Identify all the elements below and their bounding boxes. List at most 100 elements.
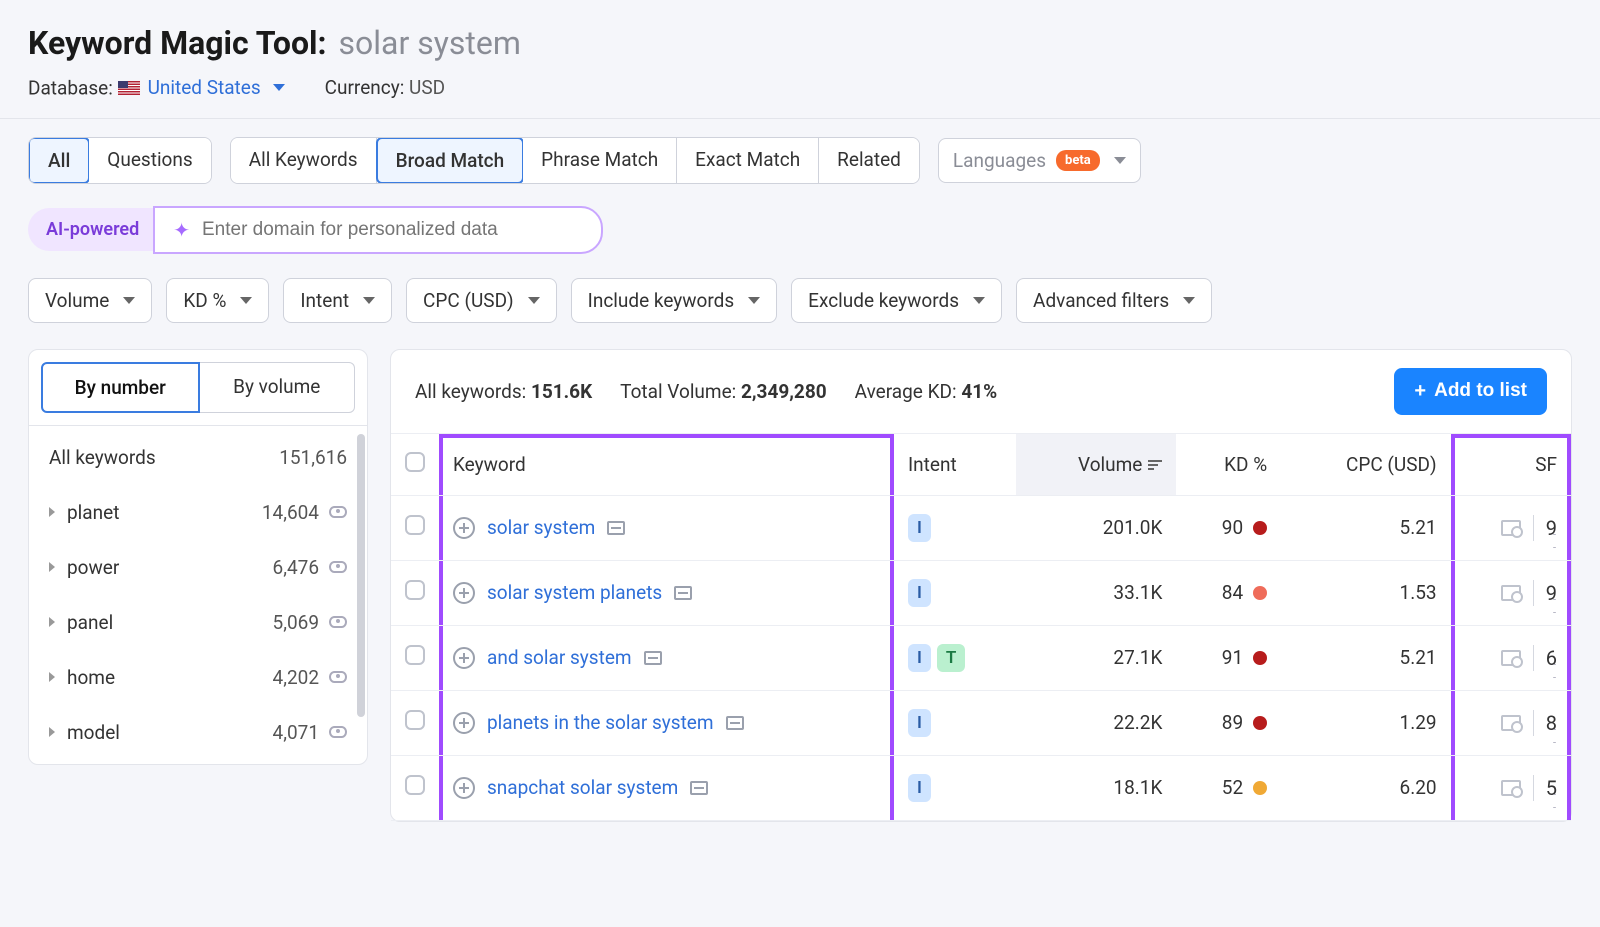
col-sf[interactable]: SF <box>1451 434 1571 496</box>
database-selector[interactable]: United States <box>118 76 285 99</box>
chevron-right-icon <box>49 727 55 737</box>
sidebar-item[interactable]: panel 5,069 <box>29 595 367 650</box>
sidebar-item-count: 4,202 <box>273 666 319 689</box>
currency-label: Currency: <box>325 76 405 99</box>
add-to-list-button[interactable]: + Add to list <box>1394 368 1547 415</box>
sidebar-item[interactable]: model 4,071 <box>29 705 367 760</box>
serp-features-icon[interactable] <box>1501 520 1521 536</box>
difficulty-dot-icon <box>1253 651 1267 665</box>
keyword-link[interactable]: and solar system <box>487 646 632 669</box>
summary-allkw-label: All keywords: <box>415 380 526 403</box>
table-row: snapchat solar system I 18.1K 52 6.20 5 <box>391 755 1571 820</box>
serp-icon[interactable] <box>644 651 662 665</box>
col-kd[interactable]: KD % <box>1176 434 1281 496</box>
intent-cell: I <box>908 774 1002 802</box>
chevron-down-icon <box>1114 157 1126 164</box>
sf-count: 6 <box>1546 646 1557 670</box>
tab-all-keywords[interactable]: All Keywords <box>231 138 377 183</box>
serp-icon[interactable] <box>690 781 708 795</box>
sidebar-item[interactable]: home 4,202 <box>29 650 367 705</box>
serp-features-icon[interactable] <box>1501 780 1521 796</box>
intent-badge: I <box>908 579 931 607</box>
results-panel: All keywords: 151.6K Total Volume: 2,349… <box>390 349 1572 822</box>
keyword-groups-sidebar: By number By volume All keywords 151,616… <box>28 349 368 765</box>
sidebar-tab-by-volume[interactable]: By volume <box>200 362 356 413</box>
filter-cpc[interactable]: CPC (USD) <box>406 278 557 323</box>
add-keyword-icon[interactable] <box>453 712 475 734</box>
sidebar-all-label: All keywords <box>49 446 156 469</box>
filter-kd[interactable]: KD % <box>166 278 269 323</box>
col-cpc[interactable]: CPC (USD) <box>1281 434 1450 496</box>
add-keyword-icon[interactable] <box>453 517 475 539</box>
keyword-link[interactable]: snapchat solar system <box>487 776 678 799</box>
sidebar-item[interactable]: planet 14,604 <box>29 485 367 540</box>
serp-icon[interactable] <box>607 521 625 535</box>
row-checkbox[interactable] <box>405 580 425 600</box>
tab-phrase-match[interactable]: Phrase Match <box>523 138 677 183</box>
filter-include[interactable]: Include keywords <box>571 278 778 323</box>
filter-advanced[interactable]: Advanced filters <box>1016 278 1212 323</box>
summary-volume-label: Total Volume: <box>620 380 736 403</box>
page-title: Keyword Magic Tool: <box>28 24 327 62</box>
filter-exclude[interactable]: Exclude keywords <box>791 278 1002 323</box>
intent-badge: I <box>908 774 931 802</box>
chevron-down-icon <box>273 84 285 91</box>
currency-value: USD <box>409 76 445 99</box>
cpc-cell: 6.20 <box>1281 755 1450 820</box>
tab-exact-match[interactable]: Exact Match <box>677 138 819 183</box>
database-value: United States <box>148 76 261 99</box>
tab-related[interactable]: Related <box>819 138 919 183</box>
col-intent[interactable]: Intent <box>894 434 1016 496</box>
serp-features-icon[interactable] <box>1501 585 1521 601</box>
tab-questions[interactable]: Questions <box>89 138 210 183</box>
scrollbar[interactable] <box>357 434 365 718</box>
languages-label: Languages <box>953 149 1046 172</box>
serp-features-icon[interactable] <box>1501 650 1521 666</box>
serp-icon[interactable] <box>726 716 744 730</box>
filter-intent[interactable]: Intent <box>283 278 392 323</box>
sidebar-all-keywords[interactable]: All keywords 151,616 <box>29 430 367 485</box>
row-checkbox[interactable] <box>405 775 425 795</box>
serp-features-icon[interactable] <box>1501 715 1521 731</box>
sort-desc-icon <box>1148 458 1162 472</box>
summary-kd-value: 41% <box>961 380 997 403</box>
sidebar-tab-by-number[interactable]: By number <box>41 362 200 413</box>
sf-count: 9 <box>1546 581 1557 605</box>
eye-icon[interactable] <box>329 506 347 518</box>
sidebar-item-label: home <box>67 666 115 689</box>
filter-volume[interactable]: Volume <box>28 278 152 323</box>
keyword-link[interactable]: solar system <box>487 516 595 539</box>
domain-input[interactable] <box>202 219 583 241</box>
select-all-checkbox[interactable] <box>405 452 425 472</box>
us-flag-icon <box>118 81 140 95</box>
keyword-link[interactable]: solar system planets <box>487 581 662 604</box>
plus-icon: + <box>1414 380 1426 403</box>
add-keyword-icon[interactable] <box>453 777 475 799</box>
sidebar-item[interactable]: power 6,476 <box>29 540 367 595</box>
kd-cell: 84 <box>1190 581 1267 604</box>
col-keyword[interactable]: Keyword <box>439 434 894 496</box>
serp-icon[interactable] <box>674 586 692 600</box>
languages-dropdown[interactable]: Languages beta <box>938 138 1141 183</box>
row-checkbox[interactable] <box>405 645 425 665</box>
col-volume[interactable]: Volume <box>1016 434 1176 496</box>
intent-cell: I <box>908 709 1002 737</box>
add-keyword-icon[interactable] <box>453 582 475 604</box>
tab-broad-match[interactable]: Broad Match <box>376 137 525 184</box>
eye-icon[interactable] <box>329 726 347 738</box>
row-checkbox[interactable] <box>405 710 425 730</box>
domain-input-wrapper[interactable]: ✦ <box>153 206 603 254</box>
sidebar-item-count: 4,071 <box>273 721 319 744</box>
summary-allkw-value: 151.6K <box>531 380 592 403</box>
eye-icon[interactable] <box>329 671 347 683</box>
sf-count: 9 <box>1546 516 1557 540</box>
add-keyword-icon[interactable] <box>453 647 475 669</box>
tab-all[interactable]: All <box>28 137 90 184</box>
ai-powered-chip: AI-powered <box>28 208 157 251</box>
chevron-down-icon <box>363 297 375 304</box>
row-checkbox[interactable] <box>405 515 425 535</box>
keyword-link[interactable]: planets in the solar system <box>487 711 714 734</box>
scope-tabs: All Questions <box>28 137 212 184</box>
eye-icon[interactable] <box>329 616 347 628</box>
eye-icon[interactable] <box>329 561 347 573</box>
